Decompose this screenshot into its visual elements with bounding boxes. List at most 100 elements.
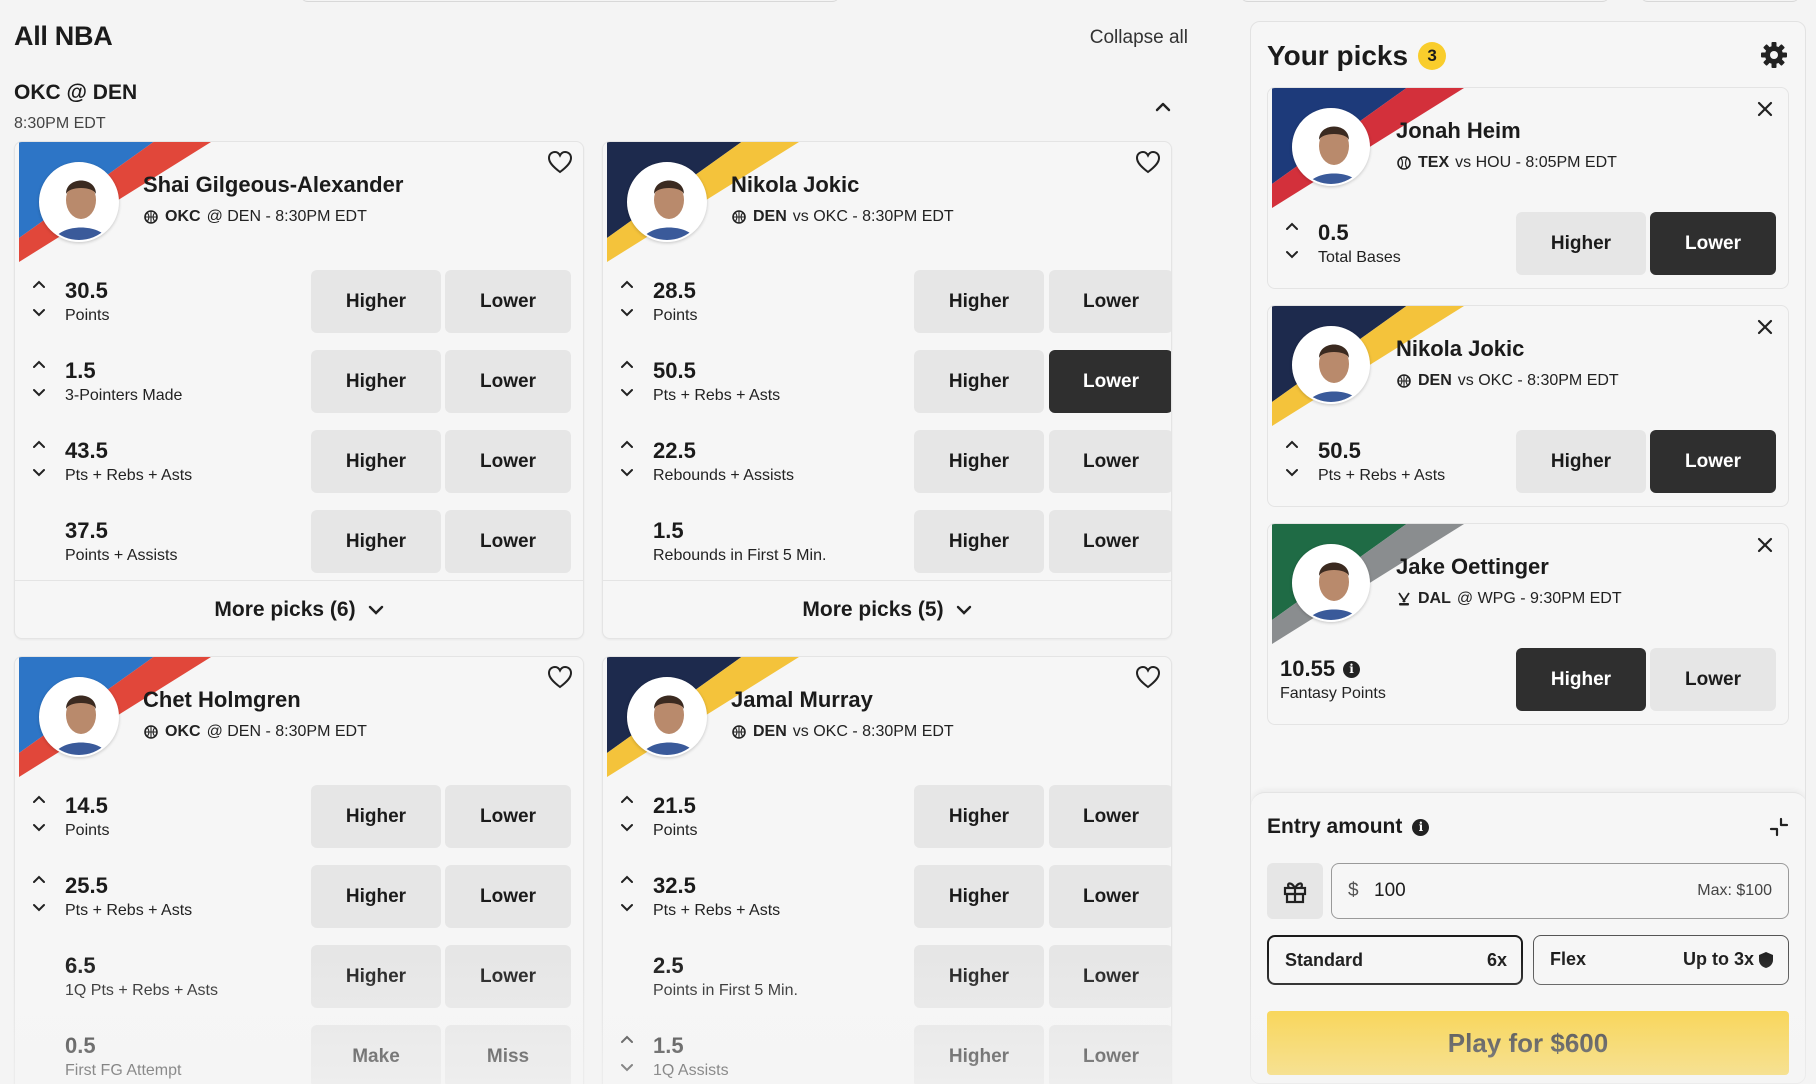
entry-amount-input[interactable]: $ 100 Max: $100 (1331, 863, 1789, 919)
player-card: Shai Gilgeous-Alexander OKC @ DEN - 8:30PM… (14, 141, 584, 639)
chevron-down-icon[interactable] (1286, 249, 1298, 261)
chevron-up-icon[interactable] (621, 794, 633, 806)
lower-button[interactable]: Lower (445, 945, 571, 1008)
favorite-heart-icon[interactable] (547, 665, 573, 691)
close-icon[interactable] (1754, 534, 1776, 556)
lower-button[interactable]: Lower (445, 785, 571, 848)
chevron-down-icon[interactable] (33, 307, 45, 319)
lower-button[interactable]: Lower (1049, 350, 1171, 413)
chevron-up-icon[interactable] (33, 279, 45, 291)
chevron-up-icon[interactable] (621, 874, 633, 886)
miss-button[interactable]: Miss (445, 1025, 571, 1084)
lower-button[interactable]: Lower (1049, 945, 1171, 1008)
lower-button[interactable]: Lower (1650, 648, 1776, 711)
higher-button[interactable]: Higher (914, 430, 1044, 493)
chevron-down-icon[interactable] (621, 1062, 633, 1074)
pick-card: Nikola Jokic DEN vs OKC - 8:30PM EDT 50.5 Pt… (1267, 305, 1789, 507)
chevron-down-icon[interactable] (621, 902, 633, 914)
more-picks-button[interactable]: More picks (5) (603, 580, 1171, 638)
chevron-up-icon[interactable] (1152, 96, 1174, 118)
collapse-all-button[interactable]: Collapse all (1090, 27, 1188, 49)
chevron-up-icon[interactable] (1286, 439, 1298, 451)
player-avatar (1292, 108, 1370, 186)
favorite-heart-icon[interactable] (547, 150, 573, 176)
higher-button[interactable]: Higher (311, 865, 441, 928)
close-icon[interactable] (1754, 98, 1776, 120)
higher-button[interactable]: Higher (914, 865, 1044, 928)
favorite-heart-icon[interactable] (1135, 665, 1161, 691)
minimize-icon[interactable] (1767, 815, 1791, 839)
higher-button[interactable]: Higher (311, 510, 441, 573)
lower-button[interactable]: Lower (445, 865, 571, 928)
lower-button[interactable]: Lower (1049, 510, 1171, 573)
info-icon[interactable]: i (1343, 660, 1361, 678)
lower-button[interactable]: Lower (1049, 785, 1171, 848)
basketball-icon (732, 210, 746, 224)
chevron-down-icon[interactable] (621, 822, 633, 834)
projection-row: 30.5 Points Higher Lower (15, 270, 583, 334)
chevron-up-icon[interactable] (621, 1034, 633, 1046)
lower-button[interactable]: Lower (1049, 865, 1171, 928)
chevron-down-icon[interactable] (33, 467, 45, 479)
lower-button[interactable]: Lower (445, 350, 571, 413)
chevron-up-icon[interactable] (33, 359, 45, 371)
basketball-icon (144, 210, 158, 224)
chevron-up-icon[interactable] (33, 874, 45, 886)
chevron-up-icon[interactable] (33, 439, 45, 451)
lower-button[interactable]: Lower (1650, 430, 1776, 493)
higher-button[interactable]: Higher (914, 945, 1044, 1008)
higher-button[interactable]: Higher (914, 785, 1044, 848)
projection-stat: Pts + Rebs + Asts (653, 387, 781, 404)
play-button[interactable]: Play for $600 (1267, 1011, 1789, 1075)
chevron-down-icon[interactable] (621, 467, 633, 479)
higher-button[interactable]: Higher (311, 270, 441, 333)
lower-button[interactable]: Lower (445, 270, 571, 333)
higher-button[interactable]: Higher (1516, 430, 1646, 493)
higher-button[interactable]: Higher (311, 430, 441, 493)
lower-button[interactable]: Lower (1049, 430, 1171, 493)
matchup-text: @ DEN - 8:30PM EDT (206, 208, 367, 225)
chevron-down-icon[interactable] (1286, 467, 1298, 479)
higher-button[interactable]: Higher (1516, 212, 1646, 275)
lower-button[interactable]: Lower (1049, 270, 1171, 333)
lower-button[interactable]: Lower (1049, 1025, 1171, 1084)
higher-button[interactable]: Higher (311, 785, 441, 848)
player-name: Nikola Jokic (1396, 336, 1525, 361)
more-picks-button[interactable]: More picks (6) (15, 580, 583, 638)
higher-button[interactable]: Higher (914, 510, 1044, 573)
close-icon[interactable] (1754, 316, 1776, 338)
chevron-up-icon[interactable] (33, 794, 45, 806)
higher-button[interactable]: Higher (311, 945, 441, 1008)
make-button[interactable]: Make (311, 1025, 441, 1084)
chevron-down-icon[interactable] (33, 902, 45, 914)
matchup-text: vs HOU - 8:05PM EDT (1455, 154, 1617, 171)
lower-button[interactable]: Lower (445, 510, 571, 573)
chevron-down-icon[interactable] (621, 307, 633, 319)
gift-icon (1283, 882, 1307, 904)
higher-button[interactable]: Higher (914, 350, 1044, 413)
higher-button[interactable]: Higher (311, 350, 441, 413)
projection-line: 32.5 (653, 873, 696, 898)
higher-button[interactable]: Higher (914, 1025, 1044, 1084)
chevron-up-icon[interactable] (1286, 221, 1298, 233)
chevron-up-icon[interactable] (621, 439, 633, 451)
standard-option[interactable]: Standard 6x (1267, 935, 1523, 985)
flex-option[interactable]: Flex Up to 3x (1533, 935, 1789, 985)
info-icon[interactable]: i (1412, 818, 1430, 836)
gear-icon[interactable] (1759, 40, 1789, 70)
chevron-up-icon[interactable] (621, 279, 633, 291)
lower-button[interactable]: Lower (1650, 212, 1776, 275)
lower-button[interactable]: Lower (445, 430, 571, 493)
promo-gift-button[interactable] (1267, 863, 1323, 919)
chevron-down-icon[interactable] (33, 822, 45, 834)
chevron-down-icon[interactable] (621, 387, 633, 399)
projection-row: 22.5 Rebounds + Assists Higher Lower (603, 430, 1171, 494)
player-avatar (1292, 326, 1370, 404)
favorite-heart-icon[interactable] (1135, 150, 1161, 176)
basketball-icon (144, 725, 158, 739)
higher-button[interactable]: Higher (914, 270, 1044, 333)
higher-button[interactable]: Higher (1516, 648, 1646, 711)
projection-row: 1.5 3-Pointers Made Higher Lower (15, 350, 583, 414)
chevron-up-icon[interactable] (621, 359, 633, 371)
chevron-down-icon[interactable] (33, 387, 45, 399)
